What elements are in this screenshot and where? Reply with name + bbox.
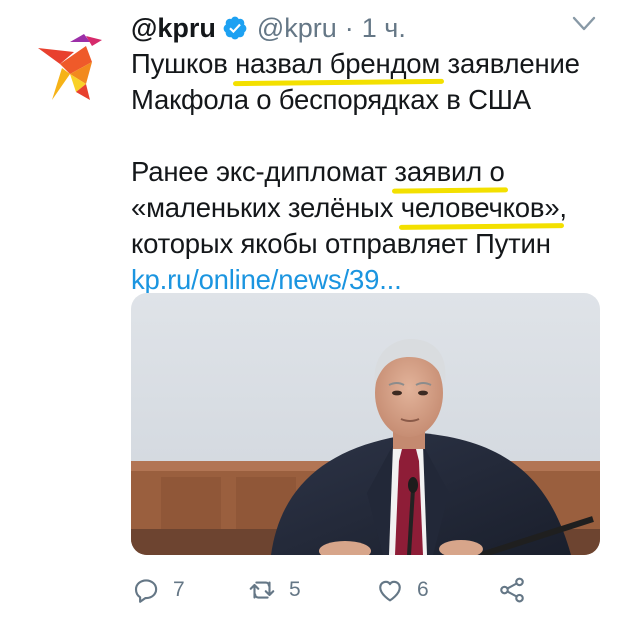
text-fragment: Макфола о беспорядках в США <box>131 84 531 115</box>
share-icon <box>500 577 524 603</box>
retweet-icon <box>249 581 275 599</box>
text-fragment: «маленьких зелёных <box>131 192 401 223</box>
tweet-actions: 7 5 6 <box>131 572 531 608</box>
highlighted-text: назвал брендом <box>235 46 440 82</box>
like-count: 6 <box>417 578 429 601</box>
paragraph-2: Ранее экс-дипломат заявил о «маленьких з… <box>131 154 601 298</box>
kp-logo-avatar[interactable] <box>30 28 110 108</box>
reply-count: 7 <box>173 578 185 601</box>
separator-dot: · <box>344 12 354 43</box>
highlighted-text: человечков» <box>401 190 560 226</box>
reply-icon <box>134 579 158 603</box>
verified-badge-icon <box>223 16 247 40</box>
retweet-count: 5 <box>289 578 301 601</box>
text-fragment: заявление <box>440 48 580 79</box>
chevron-down-icon[interactable] <box>569 12 599 36</box>
share-button[interactable] <box>497 572 527 608</box>
text-fragment: , <box>559 192 567 223</box>
user-handle[interactable]: @kpru <box>257 13 337 44</box>
reply-button[interactable]: 7 <box>131 572 185 608</box>
text-fragment: Ранее экс-дипломат <box>131 156 395 187</box>
timestamp[interactable]: 1 ч. <box>362 13 406 44</box>
paragraph-1: Пушков назвал брендом заявление Макфола … <box>131 46 601 118</box>
tweet-header: @kpru @kpru · 1 ч. <box>131 10 406 46</box>
like-button[interactable]: 6 <box>375 572 429 608</box>
tweet-text: Пушков назвал брендом заявление Макфола … <box>131 46 601 298</box>
heart-icon <box>379 580 401 602</box>
highlighted-text: заявил о <box>394 154 504 190</box>
tweet-photo[interactable] <box>131 293 600 555</box>
text-fragment: которых якобы отправляет Путин <box>131 228 551 259</box>
text-fragment: Пушков <box>131 48 236 79</box>
retweet-button[interactable]: 5 <box>247 572 301 608</box>
article-link[interactable]: kp.ru/online/news/39... <box>131 264 402 295</box>
display-name[interactable]: @kpru <box>131 13 216 44</box>
